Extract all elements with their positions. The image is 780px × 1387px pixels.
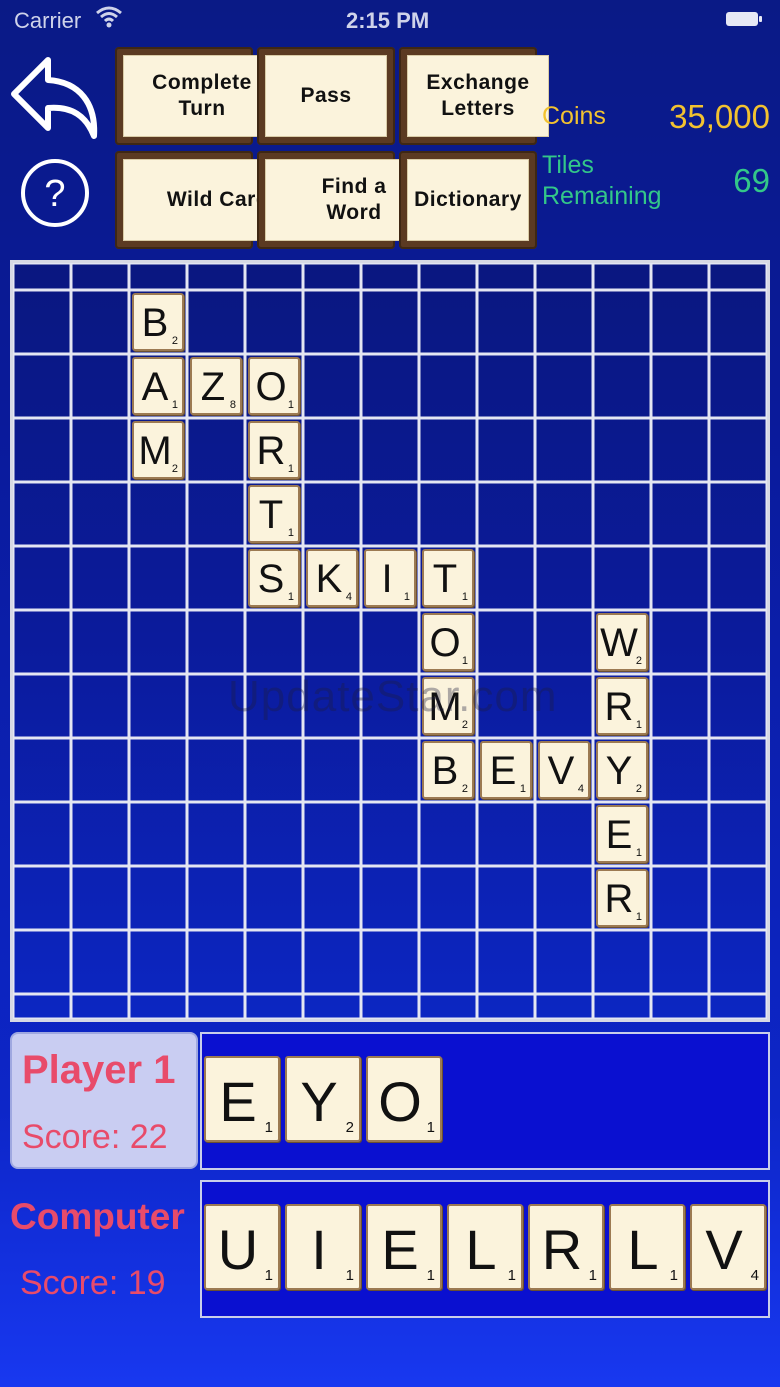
rack-tile: V4 (690, 1204, 766, 1290)
tile-points: 1 (507, 1267, 516, 1284)
tile-points: 2 (345, 1119, 354, 1136)
tile-points: 4 (577, 783, 584, 795)
player1-rack[interactable]: E1Y2O1 (200, 1032, 770, 1170)
computer-name: Computer (10, 1196, 185, 1237)
wifi-icon (96, 6, 122, 28)
complete-turn-button[interactable]: Complete Turn (115, 47, 281, 145)
battery-icon (726, 12, 762, 26)
find-a-word-button[interactable]: Find a Word (257, 151, 443, 249)
board-tile: E1 (596, 805, 648, 863)
coins-label: Coins (542, 102, 606, 130)
tile-points: 1 (426, 1267, 435, 1284)
board-tile: S1 (248, 549, 300, 607)
board-tile: M2 (132, 421, 184, 479)
status-bar: Carrier 2:15 PM (0, 0, 780, 40)
tiles-remaining-label: Tiles Remaining (542, 151, 662, 210)
rack-tile: I1 (285, 1204, 361, 1290)
exchange-letters-button[interactable]: Exchange Letters (399, 47, 549, 145)
board-tile: Y2 (596, 741, 648, 799)
rack-tile: U1 (204, 1204, 280, 1290)
tile-points: 1 (264, 1267, 273, 1284)
dictionary-button[interactable]: Dictionary (399, 151, 537, 249)
board-tile: O1 (248, 357, 300, 415)
tile-points: 1 (171, 399, 178, 411)
board-tile: A1 (132, 357, 184, 415)
exchange-letters-label: Exchange Letters (407, 55, 549, 137)
rack-tile: L1 (609, 1204, 685, 1290)
tile-points: 1 (588, 1267, 597, 1284)
tile-points: 1 (287, 463, 294, 475)
board-tile: B2 (132, 293, 184, 351)
board-tile: B2 (422, 741, 474, 799)
tile-points: 1 (287, 399, 294, 411)
dictionary-label: Dictionary (407, 159, 529, 241)
tile-points: 1 (287, 591, 294, 603)
tile-points: 2 (171, 463, 178, 475)
help-icon[interactable]: ? (20, 158, 90, 228)
tile-points: 2 (635, 783, 642, 795)
rack-tile[interactable]: E1 (204, 1056, 280, 1142)
board-tile: W2 (596, 613, 648, 671)
tile-points: 2 (635, 655, 642, 667)
svg-text:?: ? (44, 173, 65, 215)
coins-value: 35,000 (669, 98, 770, 135)
tile-points: 1 (519, 783, 526, 795)
rack-tile: L1 (447, 1204, 523, 1290)
rack-tile: R1 (528, 1204, 604, 1290)
tile-points: 1 (461, 655, 468, 667)
board-tile: R1 (248, 421, 300, 479)
tile-points: 4 (345, 591, 352, 603)
board-tile: Z8 (190, 357, 242, 415)
tile-points: 4 (750, 1267, 759, 1284)
pass-button[interactable]: Pass (257, 47, 395, 145)
tile-points: 1 (264, 1119, 273, 1136)
player1-score: Score: 22 (22, 1118, 168, 1156)
board-grid (13, 263, 767, 1019)
rack-tile[interactable]: Y2 (285, 1056, 361, 1142)
tile-points: 1 (635, 911, 642, 923)
tile-points: 1 (345, 1267, 354, 1284)
wild-card-button[interactable]: Wild Card (115, 151, 313, 249)
tile-points: 2 (461, 783, 468, 795)
tile-points: 1 (287, 527, 294, 539)
tile-points: 1 (403, 591, 410, 603)
tile-points: 1 (461, 591, 468, 603)
tile-points: 1 (635, 719, 642, 731)
board-tile: V4 (538, 741, 590, 799)
tile-points: 1 (426, 1119, 435, 1136)
computer-score: Score: 19 (20, 1264, 166, 1302)
rack-tile[interactable]: O1 (366, 1056, 442, 1142)
board-tile: K4 (306, 549, 358, 607)
tiles-remaining-value: 69 (733, 162, 770, 199)
player1-card: Player 1 Score: 22 (10, 1032, 198, 1169)
pass-label: Pass (265, 55, 387, 137)
clock: 2:15 PM (346, 8, 430, 33)
board-tile: I1 (364, 549, 416, 607)
player1-name: Player 1 (22, 1048, 176, 1092)
game-board[interactable]: B2A1Z8O1M2R1T1S1K4I1T1O1W2M2R1B2E1V4Y2E1… (10, 260, 770, 1022)
tile-points: 1 (669, 1267, 678, 1284)
computer-rack: U1I1E1L1R1L1V4 (200, 1180, 770, 1318)
watermark: UpdateStar.com (228, 672, 558, 721)
back-arrow-icon[interactable] (10, 54, 100, 144)
rack-tile: E1 (366, 1204, 442, 1290)
board-tile: R1 (596, 869, 648, 927)
tile-points: 8 (229, 399, 236, 411)
board-tile: O1 (422, 613, 474, 671)
board-tile: R1 (596, 677, 648, 735)
board-tile: T1 (422, 549, 474, 607)
carrier-label: Carrier (14, 8, 82, 33)
tile-points: 2 (171, 335, 178, 347)
tile-points: 1 (635, 847, 642, 859)
board-tile: T1 (248, 485, 300, 543)
board-tile: E1 (480, 741, 532, 799)
